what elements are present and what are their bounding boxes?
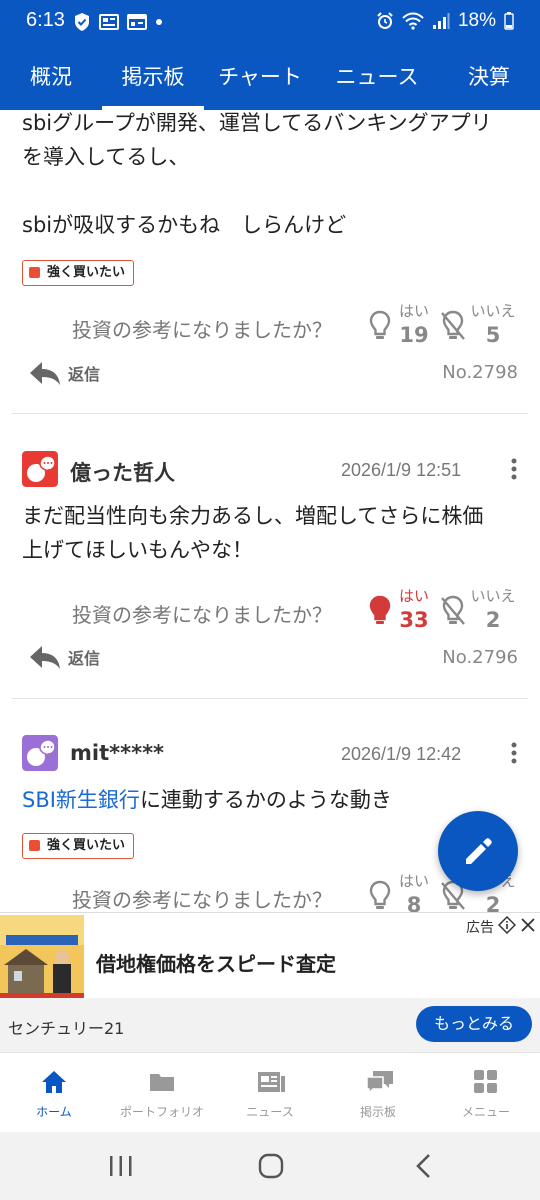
system-navigation-bar: [0, 1132, 540, 1200]
tab-overview[interactable]: 概況: [0, 44, 102, 110]
folder-icon: [150, 1074, 174, 1091]
vote-yes-label: はい: [398, 302, 429, 320]
vote-question: 投資の参考になりましたか？: [72, 888, 332, 912]
vote-yes-count: 8: [406, 893, 422, 912]
bottom-navigation: ホーム ポートフォリオ ニュース 掲示板 メニュー: [0, 1052, 540, 1132]
battery-percent: 18%: [457, 10, 496, 31]
post-author[interactable]: mit*****: [70, 741, 164, 765]
reply-arrow-icon: [30, 646, 60, 669]
lightbulb-off-icon[interactable]: [440, 595, 466, 627]
post-body: SBI新生銀行に連動するかのような動き: [22, 788, 392, 812]
vote-no-count: 5: [485, 323, 501, 347]
more-options-icon[interactable]: [506, 457, 522, 481]
post-body: まだ配当性向も余力あるし、増配してさらに株価 上げてほしいもんやな！: [22, 504, 484, 562]
nav-home[interactable]: ホーム: [0, 1053, 108, 1133]
compose-post-button[interactable]: [438, 811, 518, 891]
post-divider: [12, 698, 528, 699]
post-number: No.2796: [442, 647, 518, 668]
post-author[interactable]: 億った哲人: [70, 457, 175, 487]
tab-chart[interactable]: チャート: [204, 44, 316, 110]
vote-no-label: いいえ: [470, 302, 516, 320]
battery-icon: [504, 12, 514, 30]
avatar[interactable]: [22, 451, 58, 487]
ad-label[interactable]: 広告: [466, 917, 494, 937]
lightbulb-icon[interactable]: [369, 310, 391, 342]
nav-message-board[interactable]: 掲示板: [324, 1053, 432, 1133]
status-time: 6:13: [26, 9, 65, 31]
tab-earnings[interactable]: 決算: [438, 44, 540, 110]
reply-button[interactable]: 返信: [28, 644, 100, 670]
ad-sponsor: センチュリー21: [8, 1019, 125, 1038]
post-date: 2026/1/9 12:51: [341, 460, 462, 480]
avatar[interactable]: [22, 735, 58, 771]
status-bar: 6:13 18%: [0, 0, 540, 44]
more-options-icon[interactable]: [506, 741, 522, 765]
ad-creative[interactable]: 借地権価格をスピード査定 広告: [0, 912, 540, 999]
ad-cta-button[interactable]: もっとみる: [416, 1006, 532, 1042]
status-notification-icons: [73, 12, 163, 32]
ad-thumbnail[interactable]: [0, 915, 84, 999]
status-system-icons: 18%: [376, 10, 514, 32]
post-body: sbiグループが開発、運営してるバンキングアプリ を導入してるし、 sbiが吸収…: [22, 111, 492, 237]
home-icon: [42, 1071, 66, 1093]
signal-icon: [432, 13, 450, 29]
vote-question: 投資の参考になりましたか？: [72, 318, 332, 342]
vote-no-count: 2: [485, 893, 501, 912]
section-tabs: 概況 掲示板 チャート ニュース 決算: [0, 44, 540, 110]
post-divider: [12, 413, 528, 414]
chat-bubbles-icon: [366, 1071, 393, 1095]
lightbulb-icon[interactable]: [369, 880, 391, 912]
shield-check-icon: [75, 13, 89, 31]
nav-news[interactable]: ニュース: [216, 1053, 324, 1133]
vote-question: 投資の参考になりましたか？: [72, 603, 332, 627]
tab-message-board[interactable]: 掲示板: [102, 44, 204, 110]
recent-apps-icon[interactable]: [108, 1154, 134, 1178]
nav-menu[interactable]: メニュー: [432, 1053, 540, 1133]
news-card-icon: [99, 14, 119, 30]
post-number: No.2798: [442, 362, 518, 383]
vote-yes-label: はい: [398, 587, 429, 605]
dot-icon: [156, 19, 162, 25]
grid-menu-icon: [474, 1070, 497, 1093]
sentiment-badge: 強く買いたい: [22, 833, 135, 859]
message-board-feed[interactable]: sbiグループが開発、運営してるバンキングアプリ を導入してるし、 sbiが吸収…: [0, 110, 540, 912]
nav-portfolio[interactable]: ポートフォリオ: [108, 1053, 216, 1133]
reply-button[interactable]: 返信: [28, 360, 100, 386]
vote-no-count: 2: [485, 608, 501, 632]
reply-arrow-icon: [30, 362, 60, 385]
vote-yes-count: 19: [399, 323, 429, 347]
vote-no-label: いいえ: [470, 587, 516, 605]
lightbulb-icon[interactable]: [369, 595, 391, 627]
ad-close-icon[interactable]: [519, 916, 537, 934]
vote-yes-label: はい: [398, 872, 429, 890]
ad-banner[interactable]: 借地権価格をスピード査定 広告 センチュリー21 もっとみる: [0, 912, 540, 1052]
pencil-icon: [466, 838, 492, 864]
ad-info-icon[interactable]: [498, 916, 516, 934]
alarm-icon: [377, 12, 393, 29]
post-date: 2026/1/9 12:42: [341, 744, 462, 764]
tab-news[interactable]: ニュース: [316, 44, 438, 110]
ad-headline[interactable]: 借地権価格をスピード査定: [96, 948, 336, 977]
wifi-icon: [402, 12, 424, 30]
ad-footer[interactable]: センチュリー21 もっとみる: [0, 998, 540, 1052]
vote-yes-count: 33: [399, 608, 429, 632]
lightbulb-off-icon[interactable]: [440, 310, 466, 342]
calendar-card-icon: [127, 14, 147, 30]
back-icon[interactable]: [414, 1153, 434, 1179]
home-button-icon[interactable]: [258, 1153, 284, 1179]
newspaper-icon: [258, 1072, 285, 1092]
stock-link[interactable]: SBI新生銀行: [22, 788, 140, 812]
sentiment-badge: 強く買いたい: [22, 260, 135, 286]
